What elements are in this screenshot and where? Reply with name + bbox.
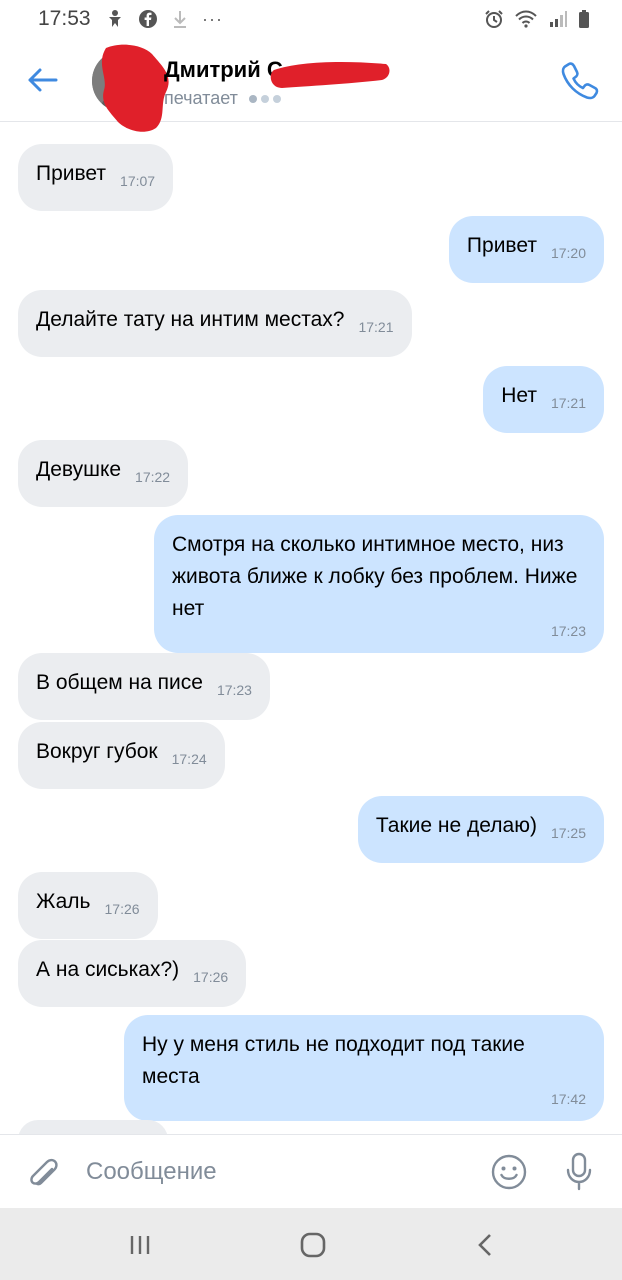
microphone-icon[interactable]: [564, 1151, 594, 1193]
download-icon: [174, 11, 186, 28]
message-time: 17:24: [171, 751, 207, 767]
system-nav-bar: [0, 1208, 622, 1280]
message-time: 17:23: [216, 682, 252, 698]
accessibility-icon: [109, 10, 121, 27]
message-bubble[interactable]: А на сиськах?) 17:26: [18, 940, 247, 1007]
chat-header: Дмитрий С печатает: [0, 40, 622, 132]
message-bubble[interactable]: Ну у меня стиль не подходит под такие ме…: [124, 1015, 604, 1121]
back-button[interactable]: [22, 60, 62, 100]
signal-icon: [550, 11, 567, 27]
phone-icon: [561, 62, 599, 100]
paperclip-icon[interactable]: [24, 1151, 64, 1191]
message-bubble[interactable]: В общем на писе 17:23: [18, 653, 270, 720]
typing-indicator: печатает: [164, 88, 281, 109]
message-time: 17:25: [550, 825, 586, 841]
typing-dots: [248, 95, 281, 104]
message-text: Ну у меня стиль не подходит под такие ме…: [142, 1033, 525, 1088]
message-bubble[interactable]: Делайте тату на интим местах? 17:21: [18, 290, 412, 357]
message-text: Делайте тату на интим местах?: [36, 308, 345, 331]
home-icon: [300, 1232, 326, 1258]
message-text: Вокруг губок: [36, 740, 158, 763]
status-time: 17:53: [38, 7, 91, 30]
message-time: 17:20: [550, 245, 586, 261]
message-bubble[interactable]: Привет 17:07: [18, 144, 174, 211]
message-time: 17:22: [135, 469, 171, 485]
message-text: Смотря на сколько интимное место, низ жи…: [172, 533, 578, 620]
battery-icon: [579, 10, 589, 28]
message-bubble[interactable]: Вокруг губок 17:24: [18, 722, 225, 789]
arrow-left-icon: [28, 68, 58, 92]
message-text: А на сиськах?): [36, 958, 180, 981]
message-text: Привет: [466, 234, 537, 257]
recent-apps-button[interactable]: [120, 1228, 160, 1262]
contact-name[interactable]: Дмитрий С: [164, 57, 283, 83]
status-left-icons: ···: [106, 9, 223, 30]
wifi-icon: [515, 10, 537, 28]
alarm-icon: [485, 10, 503, 28]
message-text: В общем на писе: [36, 671, 203, 694]
call-button[interactable]: [558, 58, 602, 102]
message-text: Жаль: [36, 890, 91, 913]
message-bubble[interactable]: Такие не делаю) 17:25: [357, 796, 604, 863]
message-bubble[interactable]: Девушке 17:22: [18, 440, 189, 507]
emoji-icon[interactable]: [490, 1153, 528, 1191]
message-composer: [0, 1134, 622, 1208]
chevron-left-icon: [478, 1234, 491, 1256]
message-time: 17:23: [550, 623, 586, 639]
message-time: 17:26: [193, 969, 229, 985]
message-time: 17:21: [550, 395, 586, 411]
status-right-icons: [484, 9, 590, 29]
message-text: Девушке: [36, 458, 122, 481]
back-nav-button[interactable]: [466, 1228, 506, 1262]
message-time: 17:21: [358, 319, 394, 335]
message-bubble[interactable]: Привет 17:20: [448, 216, 604, 283]
name-redaction: [270, 62, 390, 88]
message-time: 17:26: [104, 901, 140, 917]
message-bubble[interactable]: Нет 17:21: [483, 366, 604, 433]
message-bubble[interactable]: Смотря на сколько интимное место, низ жи…: [154, 515, 604, 653]
message-text: Такие не делаю): [375, 814, 537, 837]
message-time: 17:07: [120, 173, 156, 189]
recent-apps-icon: [130, 1236, 150, 1254]
message-time: 17:42: [550, 1091, 586, 1107]
typing-status: печатает: [164, 88, 238, 108]
status-bar: 17:53 ···: [0, 0, 622, 40]
facebook-icon: [139, 10, 157, 28]
message-bubble[interactable]: Жаль 17:26: [18, 872, 158, 939]
home-button[interactable]: [293, 1228, 333, 1262]
more-icon: ···: [202, 9, 223, 29]
message-text: Привет: [36, 162, 107, 185]
message-bubble-partial[interactable]: [18, 1120, 168, 1134]
message-input[interactable]: [86, 1153, 466, 1191]
message-text: Нет: [501, 384, 537, 407]
message-list[interactable]: Привет 17:07 Привет 17:20 Делайте тату на …: [0, 122, 622, 1134]
